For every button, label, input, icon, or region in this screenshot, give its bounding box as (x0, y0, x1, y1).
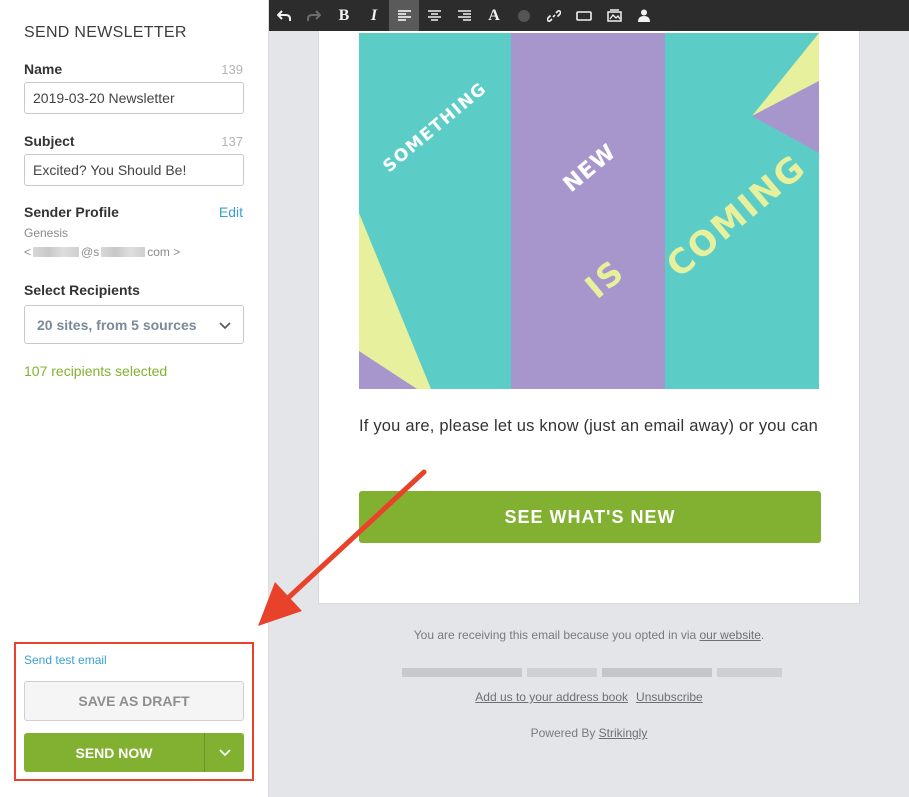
footer-opt-in-prefix: You are receiving this email because you… (413, 628, 700, 642)
redo-icon[interactable] (299, 0, 329, 31)
editor-toolbar: B I A (269, 0, 909, 31)
italic-icon[interactable]: I (359, 0, 389, 31)
redacted-address (402, 665, 782, 677)
subject-label: Subject (24, 133, 75, 149)
sender-email-at: @s (81, 245, 100, 259)
email-body-text: If you are, please let us know (just an … (359, 417, 819, 435)
button-icon[interactable] (569, 0, 599, 31)
footer-links: Add us to your address book Unsubscribe (318, 690, 860, 704)
select-recipients-label: Select Recipients (24, 282, 140, 298)
font-color-icon[interactable]: A (479, 0, 509, 31)
recipients-count: 107 recipients selected (24, 363, 168, 379)
unsubscribe-link[interactable]: Unsubscribe (636, 690, 703, 704)
add-to-address-book-link[interactable]: Add us to your address book (475, 690, 628, 704)
redacted-email-domain (101, 247, 146, 257)
name-char-count: 139 (221, 62, 243, 77)
chevron-down-icon (219, 317, 231, 333)
powered-by-prefix: Powered By (530, 726, 599, 740)
recipients-select[interactable]: 20 sites, from 5 sources (24, 305, 244, 344)
circle-icon[interactable] (509, 0, 539, 31)
footer-opt-in-suffix: . (760, 628, 765, 642)
redacted-email-user (33, 247, 80, 257)
sender-email-open: < (24, 245, 32, 259)
link-icon[interactable] (539, 0, 569, 31)
sender-profile-label: Sender Profile (24, 204, 119, 220)
user-icon[interactable] (629, 0, 659, 31)
align-center-icon[interactable] (419, 0, 449, 31)
our-website-link[interactable]: our website (700, 628, 761, 642)
hero-image: SOMETHING NEW IS COMING (359, 33, 819, 389)
undo-icon[interactable] (269, 0, 299, 31)
see-whats-new-button[interactable]: SEE WHAT'S NEW (359, 491, 821, 543)
annotation-highlight-box (14, 642, 254, 781)
subject-char-count: 137 (221, 134, 243, 149)
sender-name: Genesis (24, 226, 69, 240)
powered-by: Powered By Strikingly (318, 726, 860, 740)
name-input[interactable] (24, 82, 244, 114)
recipients-select-value: 20 sites, from 5 sources (37, 316, 197, 333)
sidebar-title: SEND NEWSLETTER (24, 24, 187, 41)
footer-opt-in-text: You are receiving this email because you… (318, 628, 860, 642)
subject-input[interactable] (24, 154, 244, 186)
sender-email: < @s com > (24, 245, 180, 259)
sender-email-end: com > (147, 245, 181, 259)
edit-sender-link[interactable]: Edit (219, 204, 243, 220)
name-label: Name (24, 61, 63, 77)
strikingly-link[interactable]: Strikingly (599, 726, 648, 740)
align-left-icon[interactable] (389, 0, 419, 31)
bold-icon[interactable]: B (329, 0, 359, 31)
align-right-icon[interactable] (449, 0, 479, 31)
image-icon[interactable] (599, 0, 629, 31)
